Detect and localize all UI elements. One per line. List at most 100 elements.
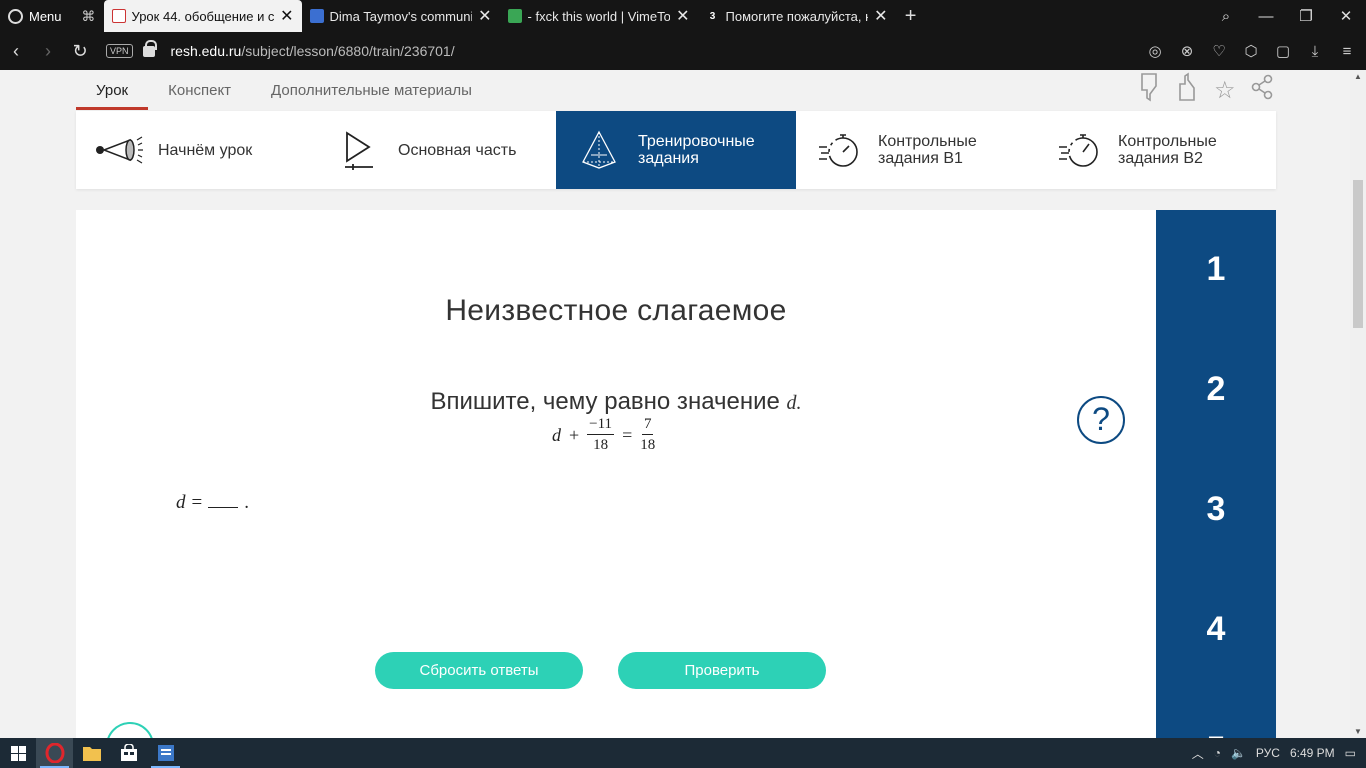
help-question-icon[interactable]: ? (1077, 396, 1125, 444)
step-label-line1: Тренировочные (638, 133, 755, 150)
windows-taskbar: ︿ ◔ 🔈 РУС 6:49 PM ▭ (0, 738, 1366, 768)
reload-icon[interactable]: ↻ (64, 41, 96, 62)
download-icon[interactable]: ⤓ (1306, 43, 1324, 60)
keyboard-language[interactable]: РУС (1256, 746, 1280, 760)
taskbar-store[interactable] (110, 738, 147, 768)
step-label-line2: задания В1 (878, 150, 963, 167)
answer-input[interactable] (208, 490, 239, 508)
step-main-part[interactable]: Основная часть (316, 111, 556, 189)
fraction-2-numerator: 7 (641, 416, 654, 435)
scroll-up-arrow-icon[interactable]: ▲ (1350, 72, 1366, 81)
scroll-down-arrow-icon[interactable]: ▼ (1350, 727, 1366, 736)
star-icon[interactable]: ☆ (1214, 76, 1236, 105)
question-text: Впишите, чему равно значение (430, 388, 780, 415)
url-field[interactable]: resh.edu.ru/subject/lesson/6880/train/23… (171, 43, 455, 59)
like-icon[interactable] (1176, 72, 1200, 109)
search-tabs-icon[interactable]: ⌕ (1206, 8, 1246, 25)
volume-icon[interactable]: 🔈 (1231, 746, 1246, 760)
step-control-b2[interactable]: Контрольные задания В2 (1036, 111, 1276, 189)
reset-answers-button[interactable]: Сбросить ответы (375, 652, 583, 689)
url-path: /subject/lesson/6880/train/236701/ (241, 43, 455, 59)
close-window-icon[interactable]: ✕ (1326, 7, 1366, 25)
stopwatch-icon (814, 129, 864, 171)
answer-row: d = . (176, 490, 249, 513)
tab-znanija[interactable]: 3 Помогите пожалуйста, не ✕ (698, 0, 896, 32)
task-question: Впишите, чему равно значение d. (430, 388, 802, 415)
new-tab-plus-icon[interactable]: + (896, 5, 926, 28)
scroll-up-circle-icon[interactable] (106, 722, 154, 738)
lesson-actions: ☆ (1138, 72, 1274, 109)
check-button[interactable]: Проверить (618, 652, 826, 689)
menu-lines-icon[interactable]: ≡ (1338, 43, 1356, 60)
lesson-tabs: Урок Конспект Дополнительные материалы (76, 70, 492, 110)
step-label: Контрольные задания В2 (1118, 133, 1217, 167)
step-label: Начнём урок (158, 141, 253, 159)
windows-logo-icon (10, 745, 26, 761)
tab-vk-community[interactable]: Dima Taymov's communitie ✕ (302, 0, 500, 32)
close-tab-icon[interactable]: ✕ (478, 6, 491, 26)
opera-icon (45, 743, 64, 763)
url-domain: resh.edu.ru (170, 43, 242, 59)
back-arrow-icon[interactable]: ‹ (0, 41, 32, 62)
task-number-2[interactable]: 2 (1156, 370, 1276, 409)
task-number-5[interactable]: 5 (1156, 730, 1276, 738)
network-icon[interactable]: ◔ (1214, 746, 1221, 760)
browser-tab-strip: Menu ⌘ Урок 44. обобщение и сис ✕ Dima T… (0, 0, 1366, 32)
minimize-icon[interactable]: — (1246, 8, 1286, 25)
vpn-badge[interactable]: VPN (106, 44, 133, 58)
equation: d + −11 18 = 7 18 (552, 416, 655, 454)
step-label-line1: Контрольные (1118, 133, 1217, 150)
notifications-icon[interactable]: ▭ (1345, 746, 1356, 760)
folder-icon (82, 747, 101, 761)
restore-icon[interactable]: ❐ (1286, 7, 1326, 25)
step-start-lesson[interactable]: Начнём урок (76, 111, 316, 189)
tray-expand-chevron-icon[interactable]: ︿ (1192, 745, 1204, 762)
step-control-b1[interactable]: Контрольные задания В1 (796, 111, 1036, 189)
task-card: Неизвестное слагаемое Впишите, чему равн… (76, 210, 1156, 738)
tab-vimetop[interactable]: - fxck this world | VimeTop ✕ (500, 0, 698, 32)
tab-lesson[interactable]: Урок 44. обобщение и сис ✕ (103, 0, 302, 32)
task-number-3[interactable]: 3 (1156, 490, 1276, 529)
taskbar-app[interactable] (147, 738, 184, 768)
close-tab-icon[interactable]: ✕ (676, 6, 689, 26)
task-number-4[interactable]: 4 (1156, 610, 1276, 649)
taskbar-file-explorer[interactable] (73, 738, 110, 768)
fraction-2-denominator: 18 (640, 437, 656, 453)
start-button[interactable] (0, 738, 36, 768)
step-training-tasks[interactable]: Тренировочные задания (556, 111, 796, 189)
fraction-1: −11 18 (587, 416, 615, 454)
lesson-steps: Начнём урок Основная часть Тренировочные… (76, 111, 1276, 189)
resh-favicon-icon (111, 9, 126, 23)
box-icon[interactable]: ▢ (1274, 42, 1292, 60)
share-icon[interactable] (1250, 74, 1274, 107)
dislike-icon[interactable] (1138, 72, 1162, 109)
page-scrollbar[interactable]: ▲ ▼ (1350, 70, 1366, 738)
scrollbar-thumb[interactable] (1353, 180, 1363, 328)
adblock-icon[interactable]: ⊗ (1178, 42, 1196, 60)
task-number-1[interactable]: 1 (1156, 250, 1276, 289)
pyramid-icon (574, 129, 624, 171)
forward-arrow-icon[interactable]: › (32, 41, 64, 62)
close-tab-icon[interactable]: ✕ (280, 6, 293, 26)
vimetop-favicon-icon (507, 9, 522, 23)
camera-icon[interactable]: ◎ (1146, 42, 1164, 60)
opera-menu-button[interactable]: Menu (0, 0, 74, 32)
tab-extra-materials[interactable]: Дополнительные материалы (251, 70, 492, 110)
equation-equals: = (622, 424, 633, 445)
lock-icon[interactable] (142, 39, 157, 57)
tab-summary[interactable]: Конспект (148, 70, 251, 110)
cube-icon[interactable]: ⬡ (1242, 42, 1260, 60)
heart-icon[interactable]: ♡ (1210, 42, 1228, 60)
answer-variable: d (176, 492, 186, 513)
close-tab-icon[interactable]: ✕ (874, 6, 887, 26)
tab-title: - fxck this world | VimeTop (527, 8, 671, 24)
clock-time[interactable]: 6:49 PM (1290, 746, 1335, 760)
taskbar-opera[interactable] (36, 738, 73, 768)
address-bar-actions: ◎ ⊗ ♡ ⬡ ▢ ⤓ ≡ (1146, 32, 1356, 70)
stopwatch-icon (1054, 129, 1104, 171)
question-variable: d (786, 392, 797, 414)
gamepad-icon[interactable]: ⌘ (74, 8, 104, 25)
app-window-icon (157, 745, 174, 761)
tab-lesson-main[interactable]: Урок (76, 70, 149, 110)
equation-variable: d (552, 424, 561, 445)
